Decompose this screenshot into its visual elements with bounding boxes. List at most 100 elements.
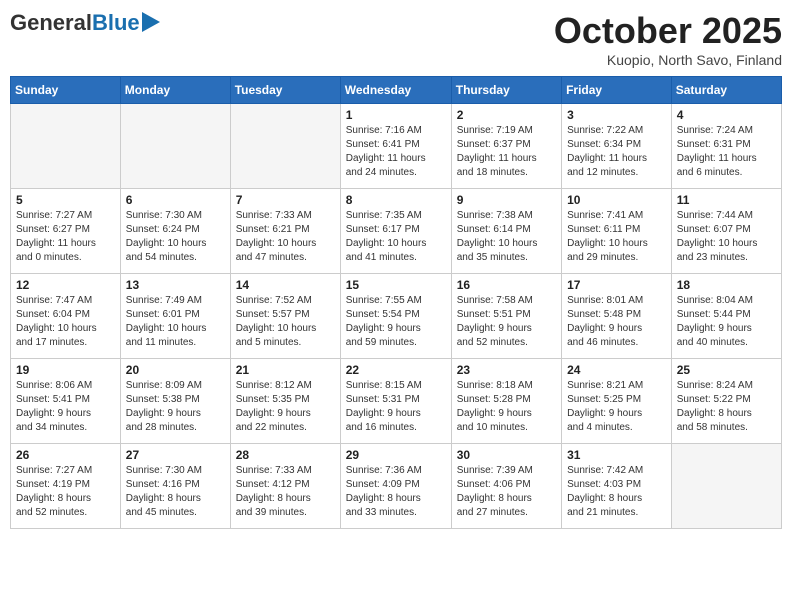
day-number: 16 [457, 278, 556, 292]
day-number: 30 [457, 448, 556, 462]
calendar-cell: 8Sunrise: 7:35 AM Sunset: 6:17 PM Daylig… [340, 189, 451, 274]
day-info: Sunrise: 7:55 AM Sunset: 5:54 PM Dayligh… [346, 294, 446, 350]
day-info: Sunrise: 7:22 AM Sunset: 6:34 PM Dayligh… [567, 124, 666, 180]
calendar-cell: 12 Sunrise: 7:47 AM Sunset: 6:04 PM Dayli… [11, 274, 121, 359]
day-info: Sunrise: 7:47 AM Sunset: 6:04 PM Dayligh… [16, 294, 115, 350]
day-number: 3 [567, 108, 666, 122]
day-info: Sunrise: 7:16 AM Sunset: 6:41 PM Dayligh… [346, 124, 446, 180]
day-info: Sunrise: 7:27 AM Sunset: 4:19 PM Dayligh… [16, 464, 115, 520]
calendar-cell: 19Sunrise: 8:06 AM Sunset: 5:41 PM Dayli… [11, 359, 121, 444]
calendar-cell: 24Sunrise: 8:21 AM Sunset: 5:25 PM Dayli… [562, 359, 672, 444]
day-number: 22 [346, 363, 446, 377]
calendar-cell: 25Sunrise: 8:24 AM Sunset: 5:22 PM Dayli… [671, 359, 781, 444]
calendar-cell: 11 Sunrise: 7:44 AM Sunset: 6:07 PM Dayli… [671, 189, 781, 274]
title-section: October 2025 Kuopio, North Savo, Finland [554, 10, 782, 68]
location-text: Kuopio, North Savo, Finland [554, 52, 782, 68]
day-number: 8 [346, 193, 446, 207]
calendar-cell: 15 Sunrise: 7:55 AM Sunset: 5:54 PM Dayli… [340, 274, 451, 359]
week-row-5: 26 Sunrise: 7:27 AM Sunset: 4:19 PM Dayli… [11, 444, 782, 529]
day-number: 13 [126, 278, 225, 292]
calendar-cell: 3 Sunrise: 7:22 AM Sunset: 6:34 PM Daylig… [562, 104, 672, 189]
day-number: 10 [567, 193, 666, 207]
calendar-cell [230, 104, 340, 189]
logo-general-text: General [10, 10, 92, 36]
calendar-cell: 23 Sunrise: 8:18 AM Sunset: 5:28 PM Dayli… [451, 359, 561, 444]
logo-blue-text: Blue [92, 10, 140, 36]
day-info: Sunrise: 7:27 AM Sunset: 6:27 PM Dayligh… [16, 209, 115, 265]
weekday-header-tuesday: Tuesday [230, 77, 340, 104]
day-number: 19 [16, 363, 115, 377]
day-info: Sunrise: 8:15 AM Sunset: 5:31 PM Dayligh… [346, 379, 446, 435]
month-title: October 2025 [554, 10, 782, 52]
day-number: 25 [677, 363, 776, 377]
weekday-header-row: SundayMondayTuesdayWednesdayThursdayFrid… [11, 77, 782, 104]
calendar-cell: 26 Sunrise: 7:27 AM Sunset: 4:19 PM Dayli… [11, 444, 121, 529]
day-number: 21 [236, 363, 335, 377]
day-number: 9 [457, 193, 556, 207]
page-header: General Blue October 2025 Kuopio, North … [10, 10, 782, 68]
day-number: 12 [16, 278, 115, 292]
calendar-cell: 1 Sunrise: 7:16 AM Sunset: 6:41 PM Daylig… [340, 104, 451, 189]
weekday-header-thursday: Thursday [451, 77, 561, 104]
day-info: Sunrise: 7:30 AM Sunset: 6:24 PM Dayligh… [126, 209, 225, 265]
day-info: Sunrise: 8:04 AM Sunset: 5:44 PM Dayligh… [677, 294, 776, 350]
day-number: 23 [457, 363, 556, 377]
day-info: Sunrise: 7:19 AM Sunset: 6:37 PM Dayligh… [457, 124, 556, 180]
day-number: 24 [567, 363, 666, 377]
day-number: 6 [126, 193, 225, 207]
calendar-cell [671, 444, 781, 529]
calendar-cell: 20 Sunrise: 8:09 AM Sunset: 5:38 PM Dayli… [120, 359, 230, 444]
day-info: Sunrise: 7:42 AM Sunset: 4:03 PM Dayligh… [567, 464, 666, 520]
calendar-cell [120, 104, 230, 189]
day-info: Sunrise: 7:44 AM Sunset: 6:07 PM Dayligh… [677, 209, 776, 265]
day-info: Sunrise: 7:30 AM Sunset: 4:16 PM Dayligh… [126, 464, 225, 520]
calendar-cell: 31Sunrise: 7:42 AM Sunset: 4:03 PM Dayli… [562, 444, 672, 529]
calendar-cell: 18 Sunrise: 8:04 AM Sunset: 5:44 PM Dayli… [671, 274, 781, 359]
calendar-cell: 27 Sunrise: 7:30 AM Sunset: 4:16 PM Dayli… [120, 444, 230, 529]
day-number: 2 [457, 108, 556, 122]
calendar-cell: 4 Sunrise: 7:24 AM Sunset: 6:31 PM Daylig… [671, 104, 781, 189]
weekday-header-sunday: Sunday [11, 77, 121, 104]
day-number: 18 [677, 278, 776, 292]
day-info: Sunrise: 7:52 AM Sunset: 5:57 PM Dayligh… [236, 294, 335, 350]
day-number: 11 [677, 193, 776, 207]
calendar-cell: 28Sunrise: 7:33 AM Sunset: 4:12 PM Dayli… [230, 444, 340, 529]
day-info: Sunrise: 7:49 AM Sunset: 6:01 PM Dayligh… [126, 294, 225, 350]
day-number: 17 [567, 278, 666, 292]
day-info: Sunrise: 7:33 AM Sunset: 6:21 PM Dayligh… [236, 209, 335, 265]
day-info: Sunrise: 8:12 AM Sunset: 5:35 PM Dayligh… [236, 379, 335, 435]
day-number: 27 [126, 448, 225, 462]
week-row-4: 19Sunrise: 8:06 AM Sunset: 5:41 PM Dayli… [11, 359, 782, 444]
weekday-header-wednesday: Wednesday [340, 77, 451, 104]
weekday-header-monday: Monday [120, 77, 230, 104]
day-info: Sunrise: 8:09 AM Sunset: 5:38 PM Dayligh… [126, 379, 225, 435]
day-number: 14 [236, 278, 335, 292]
day-number: 5 [16, 193, 115, 207]
calendar-cell: 30 Sunrise: 7:39 AM Sunset: 4:06 PM Dayli… [451, 444, 561, 529]
day-number: 26 [16, 448, 115, 462]
day-info: Sunrise: 7:58 AM Sunset: 5:51 PM Dayligh… [457, 294, 556, 350]
day-info: Sunrise: 7:41 AM Sunset: 6:11 PM Dayligh… [567, 209, 666, 265]
day-number: 15 [346, 278, 446, 292]
calendar-cell: 29Sunrise: 7:36 AM Sunset: 4:09 PM Dayli… [340, 444, 451, 529]
day-info: Sunrise: 7:39 AM Sunset: 4:06 PM Dayligh… [457, 464, 556, 520]
calendar-cell: 14 Sunrise: 7:52 AM Sunset: 5:57 PM Dayli… [230, 274, 340, 359]
calendar-cell: 9Sunrise: 7:38 AM Sunset: 6:14 PM Daylig… [451, 189, 561, 274]
day-info: Sunrise: 7:24 AM Sunset: 6:31 PM Dayligh… [677, 124, 776, 180]
day-number: 20 [126, 363, 225, 377]
calendar-cell [11, 104, 121, 189]
day-number: 4 [677, 108, 776, 122]
weekday-header-friday: Friday [562, 77, 672, 104]
week-row-2: 5 Sunrise: 7:27 AM Sunset: 6:27 PM Daylig… [11, 189, 782, 274]
calendar-cell: 7Sunrise: 7:33 AM Sunset: 6:21 PM Daylig… [230, 189, 340, 274]
logo: General Blue [10, 10, 160, 36]
calendar-cell: 10 Sunrise: 7:41 AM Sunset: 6:11 PM Dayli… [562, 189, 672, 274]
day-info: Sunrise: 8:18 AM Sunset: 5:28 PM Dayligh… [457, 379, 556, 435]
week-row-1: 1 Sunrise: 7:16 AM Sunset: 6:41 PM Daylig… [11, 104, 782, 189]
day-number: 1 [346, 108, 446, 122]
logo-arrow-icon [142, 12, 160, 32]
day-number: 28 [236, 448, 335, 462]
calendar-cell: 6 Sunrise: 7:30 AM Sunset: 6:24 PM Daylig… [120, 189, 230, 274]
day-info: Sunrise: 7:36 AM Sunset: 4:09 PM Dayligh… [346, 464, 446, 520]
day-info: Sunrise: 8:01 AM Sunset: 5:48 PM Dayligh… [567, 294, 666, 350]
